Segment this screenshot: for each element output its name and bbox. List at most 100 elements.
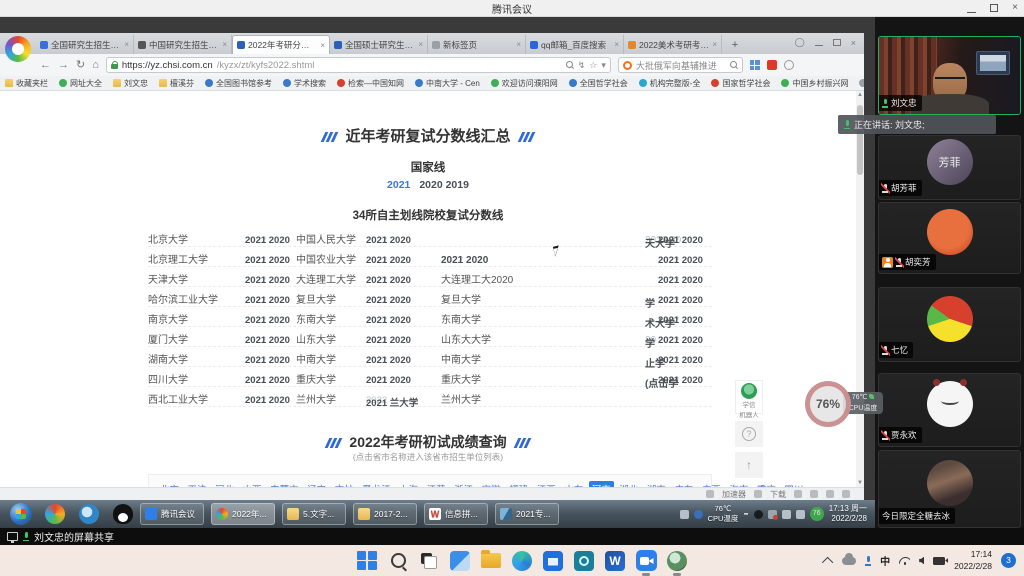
year-links[interactable]: 2021 2020 xyxy=(245,375,290,386)
bookmark-item[interactable]: 国家哲学社会 xyxy=(711,78,770,89)
status-icon[interactable] xyxy=(842,490,850,498)
taskbar-button[interactable]: 腾讯会议 xyxy=(140,503,204,525)
browser-menu-icon[interactable] xyxy=(5,36,31,62)
university-link[interactable]: 西北工业大学 xyxy=(148,391,208,406)
bookmark-item[interactable]: 刘文忠 xyxy=(113,78,148,89)
taskbar-button[interactable]: 2017-2... xyxy=(353,503,417,525)
start-orb-icon[interactable] xyxy=(10,503,32,525)
taskbar-icon-slot[interactable] xyxy=(635,550,657,572)
back-icon[interactable]: ← xyxy=(40,60,51,71)
university-link[interactable]: 中国农业大学 xyxy=(296,251,356,266)
search-box[interactable]: 大批俄军向基辅推进 xyxy=(618,57,743,73)
year-links[interactable]: 2021 2020 xyxy=(366,355,411,366)
taskbar-icon-slot[interactable]: W xyxy=(604,550,626,572)
year-links[interactable]: 2021 2020 xyxy=(245,355,290,366)
network-icon[interactable] xyxy=(784,60,794,70)
bookmark-star-icon[interactable]: ☆ xyxy=(589,60,597,71)
university-link[interactable]: 四川大学 xyxy=(148,371,188,386)
temp-badge[interactable]: 76 xyxy=(810,507,824,521)
university-link[interactable]: 东南大学 xyxy=(296,311,336,326)
search-quicklaunch-icon[interactable] xyxy=(79,504,99,524)
university-link[interactable]: 哈尔滨工业大学 xyxy=(148,291,218,306)
year-links[interactable]: 2021 2020 xyxy=(658,315,703,326)
year-links[interactable]: 2021 2020 xyxy=(366,315,411,326)
taskbar-icon-slot[interactable] xyxy=(666,550,688,572)
bookmark-item[interactable]: 检索—中国知网 xyxy=(337,78,404,89)
search-in-page-icon[interactable] xyxy=(566,61,574,69)
year-links[interactable]: 2021 2020 xyxy=(658,255,703,266)
browser-minimize-icon[interactable] xyxy=(815,45,823,46)
status-icon[interactable] xyxy=(810,490,818,498)
university-link[interactable]: 北京理工大学 xyxy=(148,251,208,266)
back-to-top-widget[interactable]: ↑ xyxy=(735,452,763,478)
year-links[interactable]: 2021 2020 xyxy=(245,335,290,346)
participant-tile[interactable]: 胡奕芳 xyxy=(878,202,1021,274)
taskbar-icon-slot[interactable] xyxy=(356,550,378,572)
participant-tile[interactable]: 七忆 xyxy=(878,287,1021,362)
browser-tab[interactable]: 全国研究生招生信息网_× xyxy=(36,35,134,54)
tab-close-icon[interactable]: × xyxy=(418,40,423,49)
tab-close-icon[interactable]: × xyxy=(712,40,717,49)
year-links[interactable]: 2021 2020 xyxy=(245,235,290,246)
forward-icon[interactable]: → xyxy=(58,60,69,71)
help-tray-icon[interactable] xyxy=(694,510,703,519)
minimize-icon[interactable] xyxy=(967,4,976,13)
year-link-2021[interactable]: 2021 xyxy=(387,179,410,191)
notification-badge[interactable]: 3 xyxy=(1001,553,1016,568)
flash-icon[interactable]: ↯ xyxy=(578,60,586,71)
year-links[interactable]: 2021 2020 xyxy=(245,295,290,306)
year-links[interactable]: 2021 2020 xyxy=(658,275,703,286)
volume-tray-icon[interactable] xyxy=(796,510,805,519)
year-links[interactable]: 2021 2020 xyxy=(658,335,703,346)
browser-tab[interactable]: 中国研究生招生信息网× xyxy=(134,35,232,54)
university-link[interactable]: 南京大学 xyxy=(148,311,188,326)
university-link[interactable]: 山东大学 xyxy=(296,331,336,346)
chsi-robot-widget[interactable]: 学信 机器人 xyxy=(735,380,763,414)
browser-tab[interactable]: 2022美术考研考生出线× xyxy=(624,35,722,54)
home-icon[interactable]: ⌂ xyxy=(92,60,99,71)
shared-clock[interactable]: 17:13 周一 2022/2/28 xyxy=(829,504,867,525)
browser-tab[interactable]: qq邮箱_百度搜索× xyxy=(526,35,624,54)
wifi-icon[interactable] xyxy=(899,557,910,565)
onedrive-icon[interactable] xyxy=(842,557,856,565)
cpu-temp-gauge[interactable]: 76% xyxy=(805,381,851,427)
camera-in-use-icon[interactable] xyxy=(933,557,945,565)
taskbar-icon-slot[interactable] xyxy=(511,550,533,572)
year-links[interactable]: 2021 2020 xyxy=(366,255,411,266)
year-links[interactable]: 2021 2020 xyxy=(366,335,411,346)
taskbar-button[interactable]: W信息拼... xyxy=(424,503,488,525)
taskbar-button[interactable]: 5.文字... xyxy=(282,503,346,525)
year-links[interactable]: 2021 2020 xyxy=(245,255,290,266)
ime-indicator[interactable]: 中 xyxy=(880,553,890,568)
year-links[interactable]: 2021 2020 xyxy=(658,235,703,246)
page-scrollbar[interactable]: ▲ ▼ xyxy=(856,91,864,487)
year-links[interactable]: 2021 2020 xyxy=(658,295,703,306)
address-bar[interactable]: https://yz.chsi.com.cn /kyzx/zt/kyfs2022… xyxy=(106,57,611,73)
tab-close-icon[interactable]: × xyxy=(222,40,227,49)
bookmark-item[interactable]: 学术搜索 xyxy=(283,78,326,89)
bookmark-item[interactable]: 机构完整版-全 xyxy=(639,78,701,89)
participant-tile[interactable]: 今日限定全糖去冰 xyxy=(878,450,1021,528)
restore-icon[interactable] xyxy=(990,4,998,12)
year-links[interactable]: 2021 2020 xyxy=(245,395,290,406)
qq-tray-icon[interactable] xyxy=(754,510,763,519)
taskbar-icon-slot[interactable] xyxy=(480,550,502,572)
participant-tile[interactable]: 贾永欢 xyxy=(878,373,1021,447)
university-link[interactable]: 厦门大学 xyxy=(148,331,188,346)
mic-in-use-icon[interactable] xyxy=(865,556,871,566)
year-links[interactable]: 2021 2020 xyxy=(366,295,411,306)
taskbar-icon-slot[interactable] xyxy=(542,550,564,572)
year-links[interactable]: 2021 2020 xyxy=(245,315,290,326)
qq-icon[interactable] xyxy=(113,504,133,524)
year-links[interactable]: 2021 2020 xyxy=(441,255,488,266)
university-link[interactable]: 中国人民大学 xyxy=(296,231,356,246)
browser-maximize-icon[interactable] xyxy=(833,39,841,46)
scroll-up-icon[interactable]: ▲ xyxy=(857,92,863,98)
university-link[interactable]: 湖南大学 xyxy=(148,351,188,366)
refresh-icon[interactable]: ↻ xyxy=(76,60,85,71)
university-link[interactable]: 兰州大学 xyxy=(296,391,336,406)
university-link[interactable]: 天津大学 xyxy=(148,271,188,286)
tab-close-icon[interactable]: × xyxy=(124,40,129,49)
apps-grid-icon[interactable] xyxy=(750,60,760,70)
host-clock[interactable]: 17:14 2022/2/28 xyxy=(954,549,992,572)
